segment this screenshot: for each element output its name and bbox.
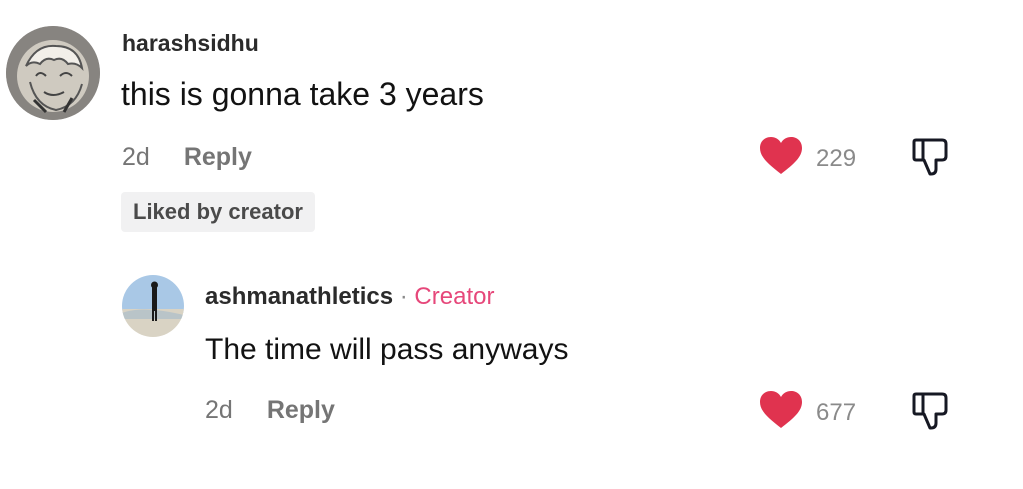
- reply-like-heart-icon[interactable]: [758, 390, 804, 430]
- creator-avatar[interactable]: [122, 275, 184, 337]
- dislike-icon[interactable]: [912, 136, 954, 178]
- reply-username-text[interactable]: ashmanathletics: [205, 283, 393, 310]
- reply-reply-button[interactable]: Reply: [267, 396, 335, 424]
- like-count: 229: [816, 145, 857, 172]
- comment-meta: 2d Reply: [122, 143, 252, 172]
- reply-meta: 2d Reply: [205, 396, 335, 425]
- commenter-avatar[interactable]: [6, 26, 100, 120]
- reply-button[interactable]: Reply: [184, 143, 252, 171]
- liked-by-creator-badge: Liked by creator: [121, 192, 315, 232]
- comment-username[interactable]: harashsidhu: [122, 30, 259, 57]
- separator-dot: ·: [399, 283, 408, 310]
- creator-tag: Creator: [414, 283, 495, 310]
- comment-text: this is gonna take 3 years: [121, 76, 484, 112]
- reply-text: The time will pass anyways: [205, 333, 569, 366]
- reply-dislike-icon[interactable]: [912, 390, 954, 432]
- reply-like-count: 677: [816, 399, 857, 426]
- like-heart-icon[interactable]: [758, 136, 804, 176]
- comment-time: 2d: [122, 143, 150, 171]
- reply-username: ashmanathletics · Creator: [205, 283, 494, 311]
- reply-time: 2d: [205, 396, 233, 424]
